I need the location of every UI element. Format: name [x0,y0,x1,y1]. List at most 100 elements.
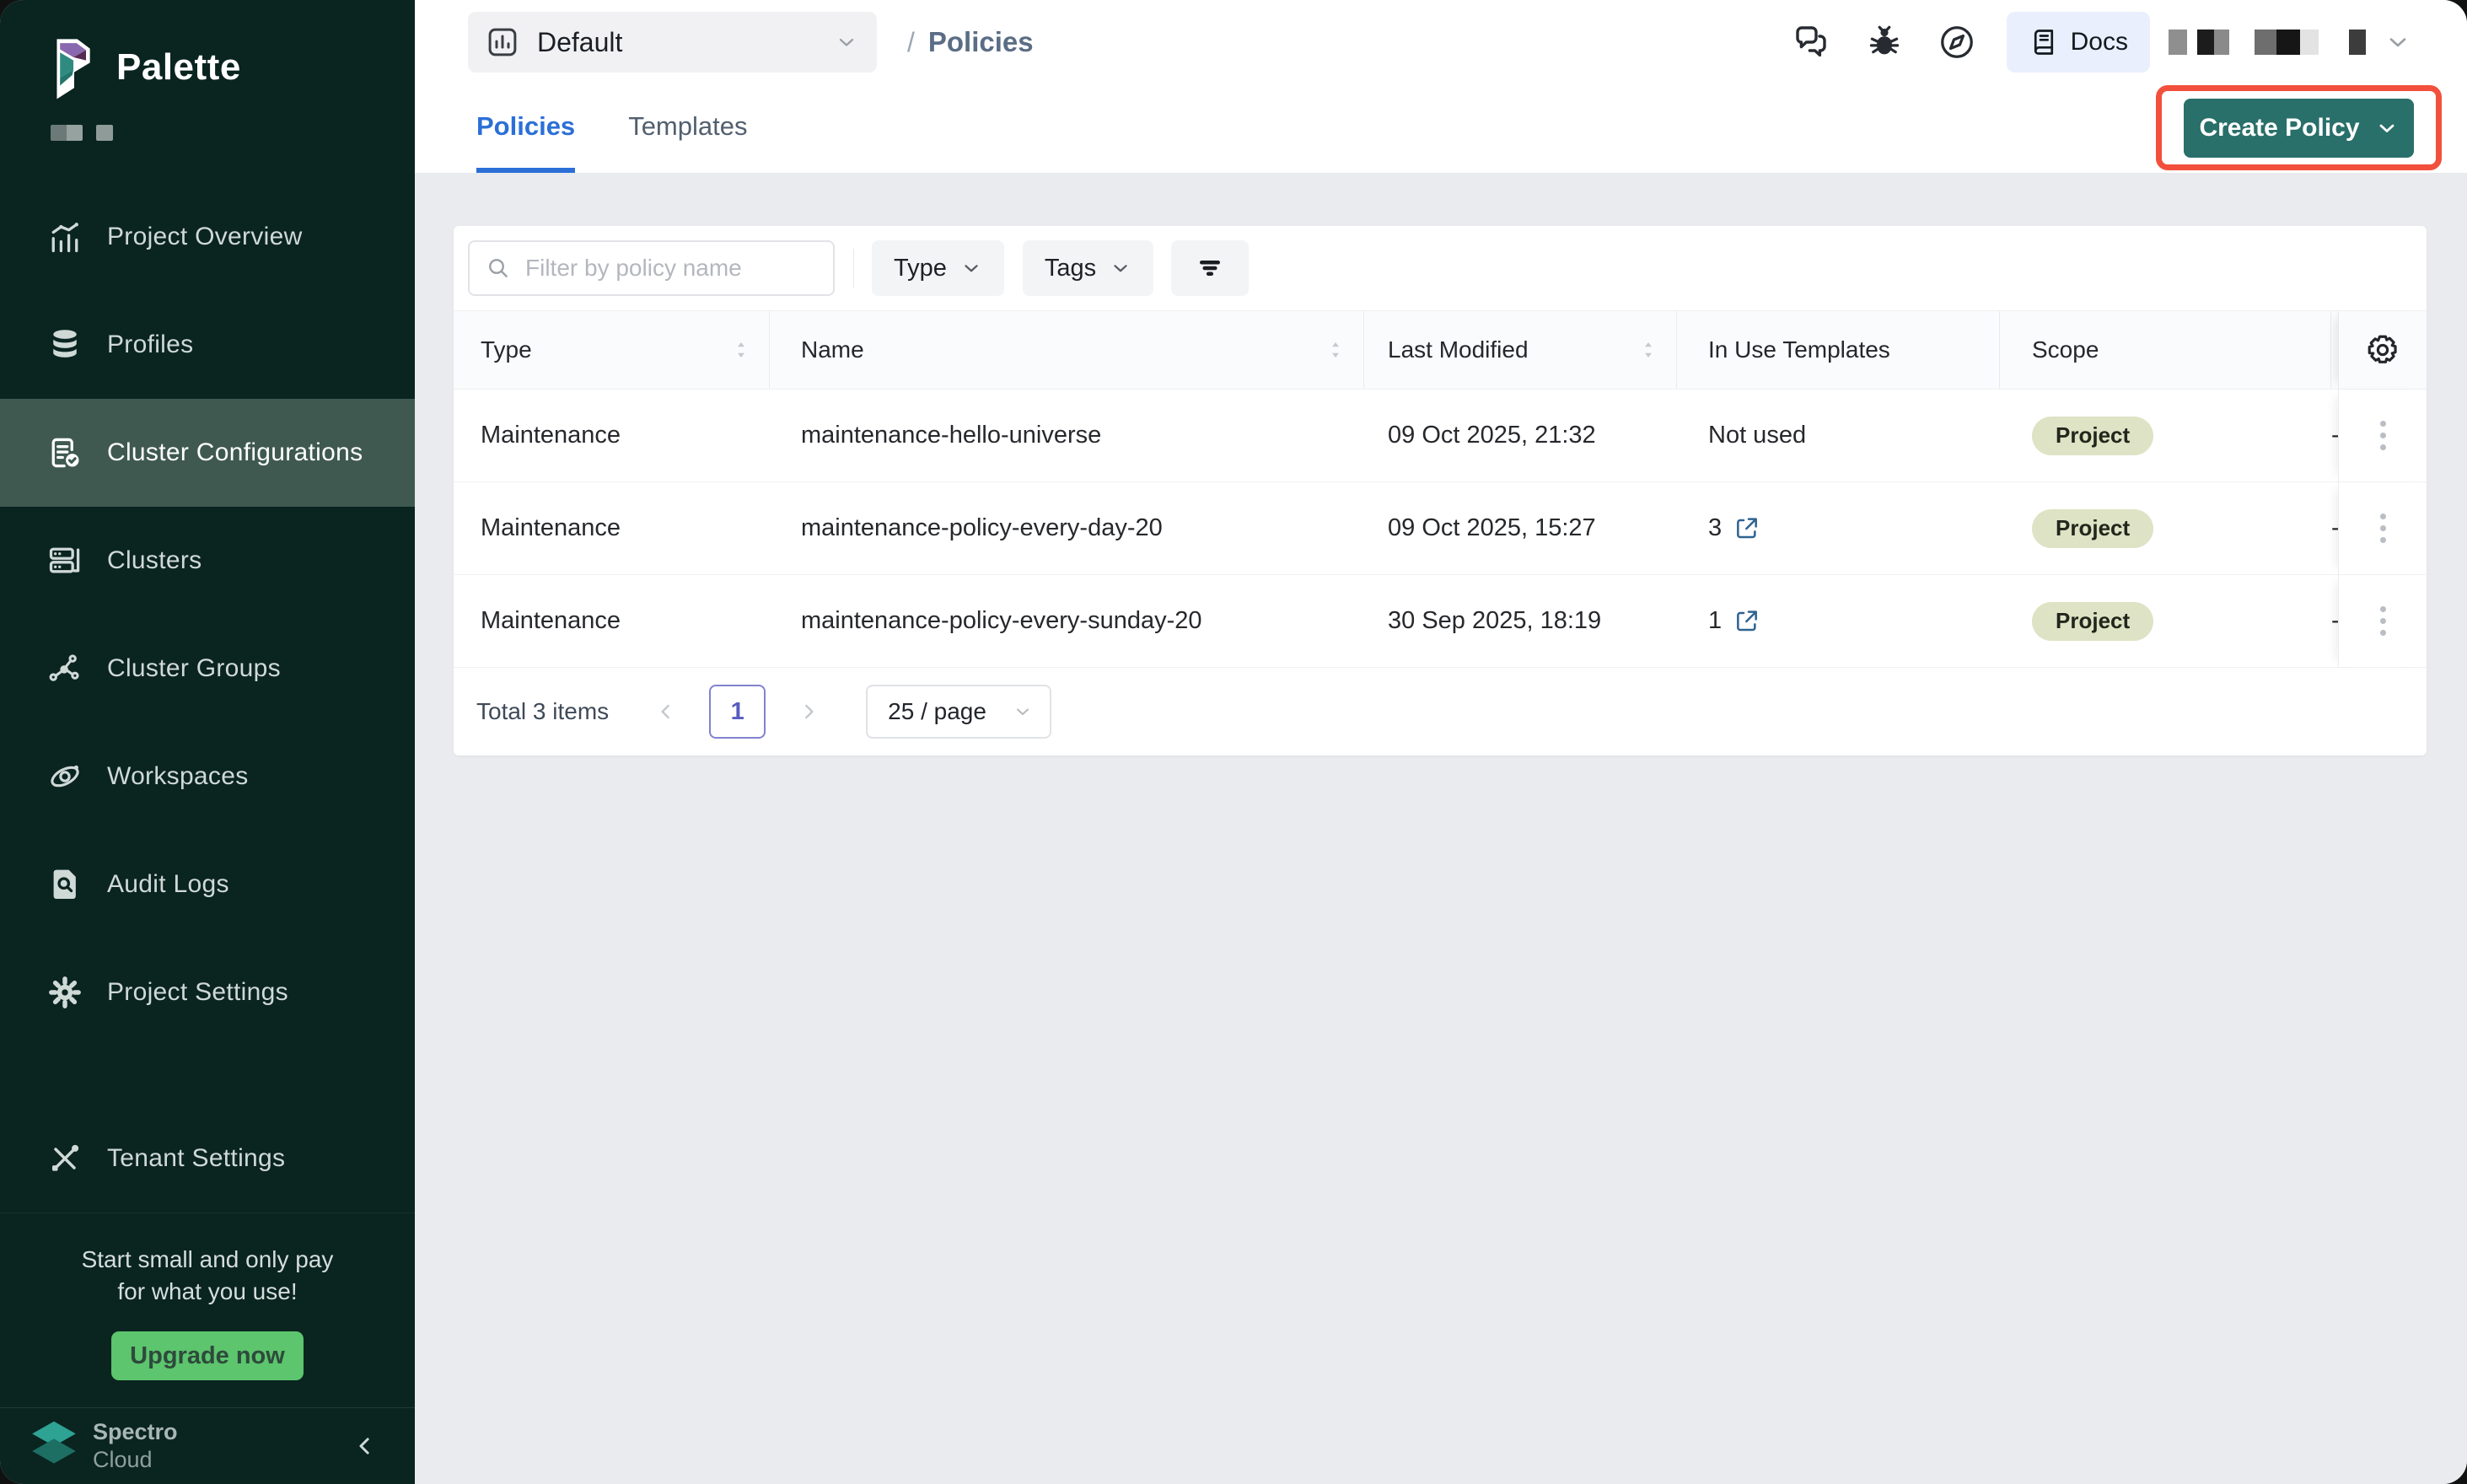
cell-clipped: - [2331,482,2338,574]
sort-icon[interactable] [735,341,747,359]
report-bug-button[interactable] [1865,23,1904,62]
sidebar-item-label: Project Overview [107,223,303,251]
create-policy-button[interactable]: Create Policy [2184,99,2414,158]
tags-filter-dropdown[interactable]: Tags [1023,240,1153,296]
logo-block: Palette [0,0,415,141]
current-page-button[interactable]: 1 [709,685,766,739]
filter-lines-icon [1195,253,1225,283]
type-filter-dropdown[interactable]: Type [872,240,1004,296]
scope-selector-value: Default [537,27,622,58]
app-title: Palette [116,46,241,89]
book-icon [2029,27,2059,57]
sort-icon[interactable] [1642,341,1654,359]
gear-outline-icon [2365,332,2400,368]
tab-templates[interactable]: Templates [628,84,747,173]
user-menu-button[interactable] [2384,29,2411,56]
orbit-icon [46,758,83,795]
sidebar-item-label: Workspaces [107,762,249,791]
docs-label: Docs [2071,28,2128,56]
search-input[interactable] [468,240,835,296]
sidebar-nav: Project Overview Profiles [0,183,415,1212]
cell-in-use-templates: Not used [1677,390,2000,481]
chat-bubbles-icon [1791,22,1831,62]
main-area: Default / Policies [415,0,2467,1484]
server-icon [46,542,83,579]
project-scope-selector[interactable]: Default [468,12,877,73]
sidebar-item-label: Profiles [107,331,193,359]
row-menu-button[interactable] [2372,598,2394,644]
sidebar-item-workspaces[interactable]: Workspaces [0,723,415,831]
column-header-name[interactable]: Name [770,311,1364,389]
create-policy-label: Create Policy [2199,114,2359,142]
mini-chart-icon [485,24,520,60]
annotation-highlight: Create Policy [2156,85,2442,170]
column-header-scope: Scope [2000,311,2331,389]
column-header-last-modified[interactable]: Last Modified [1364,311,1677,389]
next-page-button[interactable] [798,701,820,723]
row-menu-button[interactable] [2372,412,2394,459]
content-area: Type Tags [415,173,2467,1484]
cell-actions [2338,390,2427,481]
sidebar-item-audit-logs[interactable]: Audit Logs [0,831,415,938]
filter-bar: Type Tags [454,226,2427,310]
sidebar-item-label: Project Settings [107,978,288,1007]
upgrade-promo: Start small and only pay for what you us… [0,1212,415,1380]
sidebar: Palette Project Overview [0,0,415,1484]
document-search-icon [46,866,83,903]
sidebar-item-label: Tenant Settings [107,1144,285,1173]
total-items-label: Total 3 items [476,698,609,725]
feedback-button[interactable] [1791,22,1831,62]
sidebar-item-label: Cluster Configurations [107,438,363,467]
sidebar-item-label: Cluster Groups [107,654,281,683]
table-row[interactable]: Maintenance maintenance-hello-universe 0… [454,390,2427,482]
docs-button[interactable]: Docs [2007,12,2150,73]
page-size-select[interactable]: 25 / page [866,685,1051,739]
cell-last-modified: 09 Oct 2025, 15:27 [1364,482,1677,574]
column-header-in-use-templates: In Use Templates [1677,311,2000,389]
redacted-version-info [51,125,415,141]
external-link-icon[interactable] [1733,608,1760,635]
breadcrumb: / Policies [907,26,1034,58]
app-window: Palette Project Overview [0,0,2467,1484]
pagination: Total 3 items 1 25 / page [454,668,2427,755]
table-row[interactable]: Maintenance maintenance-policy-every-sun… [454,575,2427,668]
bug-icon [1865,23,1904,62]
brand-name: Spectro Cloud [93,1419,178,1473]
sidebar-item-project-settings[interactable]: Project Settings [0,938,415,1046]
page-size-value: 25 / page [888,698,986,725]
chevron-down-icon [1013,702,1033,722]
gear-icon [46,974,83,1011]
external-link-icon[interactable] [1733,515,1760,542]
table-row[interactable]: Maintenance maintenance-policy-every-day… [454,482,2427,575]
tab-policies[interactable]: Policies [476,84,575,173]
cell-name: maintenance-hello-universe [770,390,1364,481]
cell-clipped: - [2331,390,2338,481]
spectro-cloud-logo-icon [30,1420,78,1472]
sidebar-item-tenant-settings[interactable]: Tenant Settings [0,1105,415,1212]
upgrade-now-button[interactable]: Upgrade now [111,1331,304,1380]
cell-scope: Project [2000,482,2331,574]
sidebar-item-clusters[interactable]: Clusters [0,507,415,615]
network-icon [46,650,83,687]
redacted-user-info [2169,30,2366,55]
breadcrumb-current[interactable]: Policies [928,26,1034,58]
chevron-left-icon [655,701,677,723]
column-settings-button[interactable] [2338,311,2427,389]
sidebar-item-cluster-configurations[interactable]: Cluster Configurations [0,399,415,507]
explore-button[interactable] [1938,23,1976,62]
column-header-type[interactable]: Type [454,311,770,389]
sidebar-item-profiles[interactable]: Profiles [0,291,415,399]
advanced-filter-button[interactable] [1171,240,1249,296]
cell-scope: Project [2000,575,2331,667]
row-menu-button[interactable] [2372,505,2394,551]
sidebar-collapse-button[interactable] [352,1430,378,1462]
database-icon [46,326,83,363]
sort-icon[interactable] [1330,341,1341,359]
sidebar-item-project-overview[interactable]: Project Overview [0,183,415,291]
divider [853,249,854,288]
breadcrumb-separator: / [907,27,915,58]
cell-last-modified: 30 Sep 2025, 18:19 [1364,575,1677,667]
sidebar-item-cluster-groups[interactable]: Cluster Groups [0,615,415,723]
sidebar-item-label: Clusters [107,546,202,575]
previous-page-button[interactable] [655,701,677,723]
